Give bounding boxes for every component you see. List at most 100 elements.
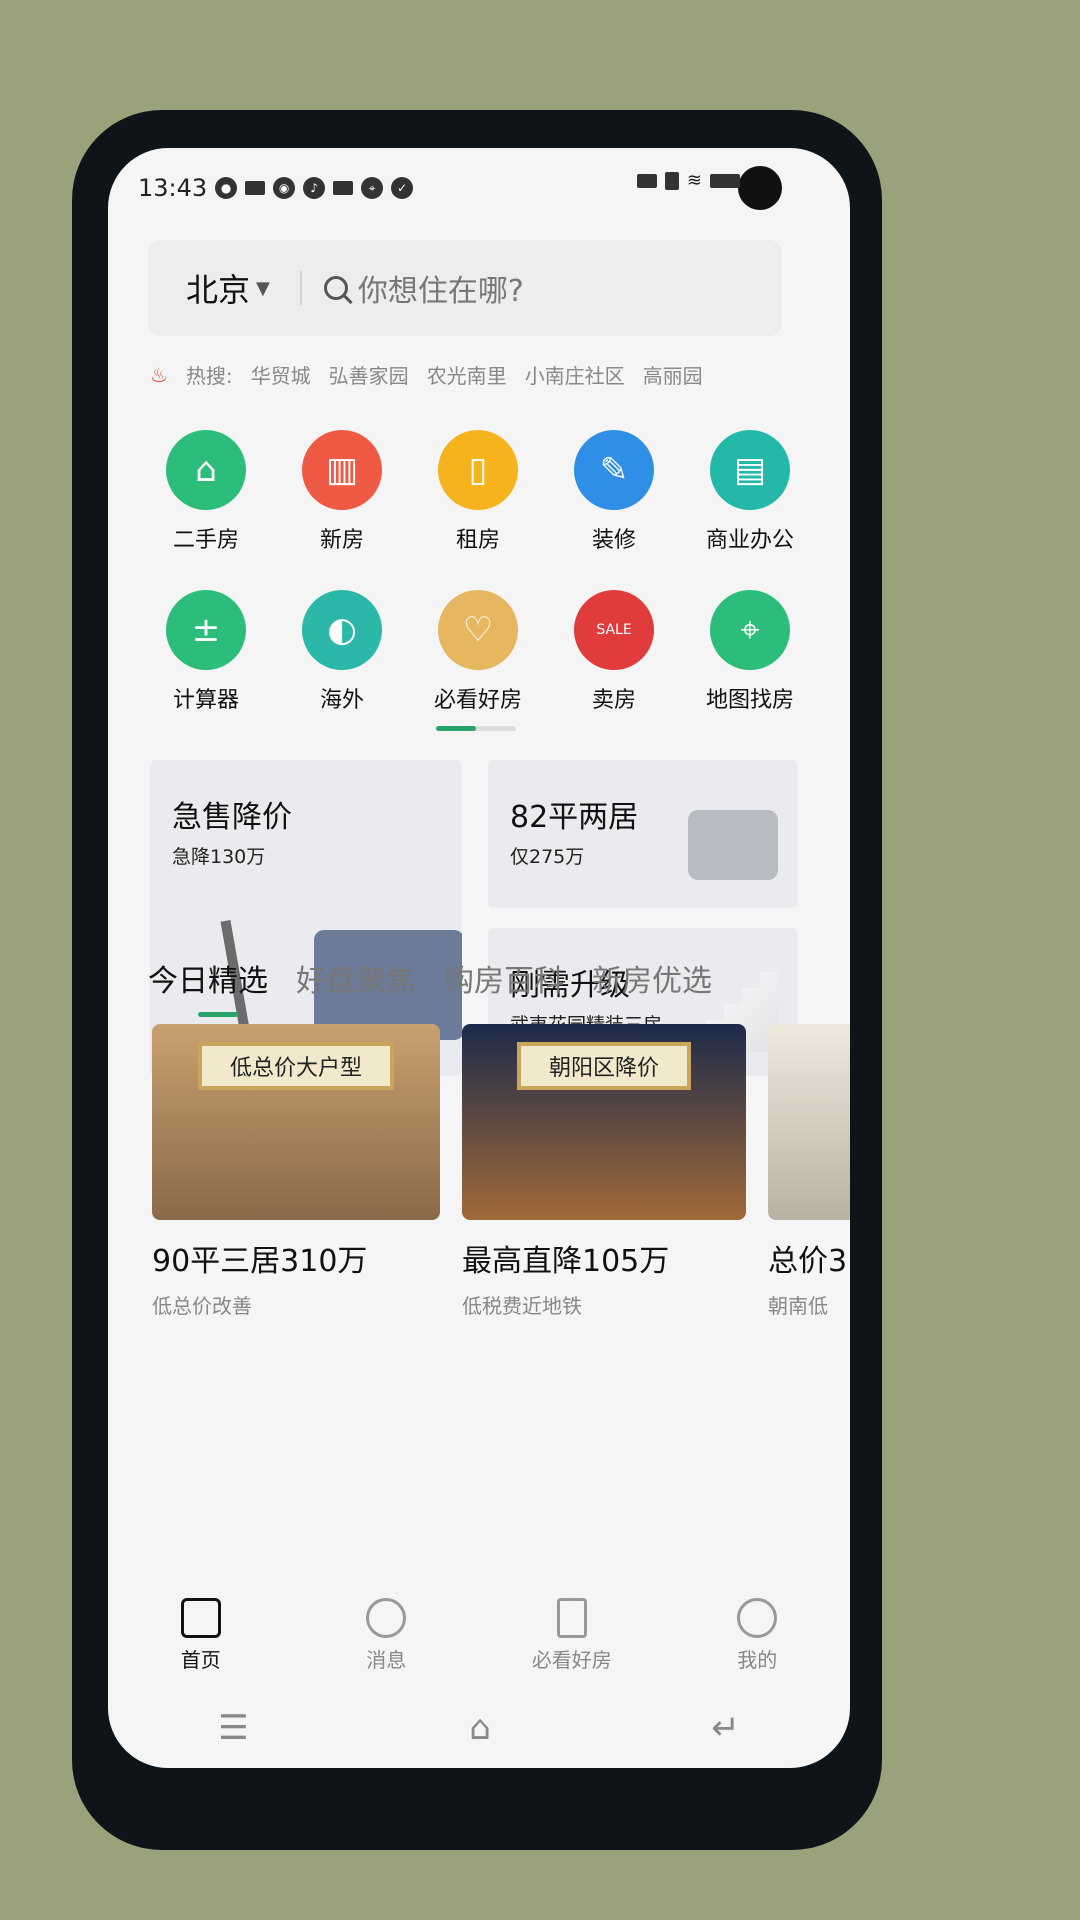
category-label: 必看好房 — [433, 688, 522, 713]
door-icon: ▯ — [438, 430, 518, 510]
category-new-homes[interactable]: ▥ 新房 — [274, 430, 410, 554]
hot-search-row: ♨ 热搜: 华贸城 弘善家园 农光南里 小南庄社区 高丽园 — [150, 360, 703, 389]
promo-title: 急售降价 — [172, 800, 292, 835]
nav-messages[interactable]: 消息 — [294, 1598, 480, 1698]
system-nav-bar: ☰ ⌂ ↵ — [108, 1708, 850, 1748]
map-pin-icon: ⌖ — [710, 590, 790, 670]
category-label: 新房 — [319, 528, 364, 553]
listing-subtitle: 朝南低 — [768, 1294, 828, 1318]
category-grid: ⌂ 二手房 ▥ 新房 ▯ 租房 ✎ 装修 ▤ 商业办公 ± 计算器 ◐ 海外 ♡ — [138, 430, 818, 714]
listing-title: 最高直降105万 — [462, 1244, 670, 1279]
vibrate-icon — [636, 173, 657, 188]
hot-search-item[interactable]: 高丽园 — [643, 360, 703, 389]
listing-subtitle: 低总价改善 — [152, 1294, 252, 1318]
category-label: 海外 — [319, 688, 364, 713]
category-must-see[interactable]: ♡ 必看好房 — [410, 590, 546, 714]
listing-banner: 朝阳区降价 — [516, 1042, 692, 1090]
category-label: 二手房 — [172, 528, 239, 553]
system-home-icon[interactable]: ⌂ — [469, 1708, 491, 1748]
app-screen: 13:43 ● ◉ ♪ ⌖ ✓ ≋ 北京 ▼ 你想住在哪? ♨ 热搜: 华贸城 … — [108, 148, 850, 1768]
face-icon — [737, 1598, 778, 1638]
wifi-icon: ≋ — [686, 170, 702, 191]
bottom-nav: 首页 消息 必看好房 我的 — [108, 1598, 850, 1698]
sale-tag-icon: SALE — [574, 590, 654, 670]
nav-label: 我的 — [737, 1648, 778, 1672]
promo-subtitle: 仅275万 — [510, 846, 585, 868]
listing-card[interactable]: 朝阳区降价 最高直降105万 低税费近地铁 — [462, 1024, 746, 1319]
listing-banner: 低总价大户型 — [197, 1042, 395, 1090]
tab-underline — [198, 1012, 238, 1017]
category-commercial[interactable]: ▤ 商业办公 — [682, 430, 818, 554]
listing-image: 低总价大户型 — [152, 1024, 440, 1220]
category-label: 租房 — [455, 528, 500, 553]
category-overseas[interactable]: ◐ 海外 — [274, 590, 410, 714]
wallet-icon — [333, 181, 354, 195]
listing-card[interactable]: 低总价大户型 90平三居310万 低总价改善 — [152, 1024, 440, 1319]
hot-search-item[interactable]: 小南庄社区 — [525, 360, 625, 389]
hot-search-item[interactable]: 弘善家园 — [329, 360, 409, 389]
feed-tabs: 今日精选 好盘聚焦 购房百科 新房优选 — [148, 956, 712, 1000]
category-decoration[interactable]: ✎ 装修 — [546, 430, 682, 554]
nav-home[interactable]: 首页 — [108, 1598, 294, 1698]
search-icon — [323, 276, 348, 300]
category-calculator[interactable]: ± 计算器 — [138, 590, 274, 714]
promo-title: 82平两居 — [510, 800, 639, 835]
category-label: 计算器 — [172, 688, 239, 713]
nav-must-see[interactable]: 必看好房 — [479, 1598, 665, 1698]
promo-card-two-bedroom[interactable]: 82平两居 仅275万 — [488, 760, 798, 908]
listing-image: 朝阳区降价 — [462, 1024, 746, 1220]
listing-title: 90平三居310万 — [152, 1244, 368, 1279]
listing-title: 总价3 — [768, 1244, 848, 1279]
listing-subtitle: 低税费近地铁 — [462, 1294, 582, 1318]
status-time: 13:43 — [138, 174, 208, 202]
shop-icon: ▤ — [710, 430, 790, 510]
divider — [299, 271, 302, 305]
hot-search-item[interactable]: 农光南里 — [427, 360, 507, 389]
home-icon — [180, 1598, 221, 1638]
notification-icon: ● — [215, 177, 238, 199]
category-label: 装修 — [591, 528, 636, 553]
armchair-image — [688, 810, 778, 880]
building-icon: ▥ — [302, 430, 382, 510]
status-bar: 13:43 ● ◉ ♪ ⌖ ✓ ≋ — [138, 170, 820, 206]
promo-subtitle: 急降130万 — [172, 846, 266, 868]
hot-search-label: 热搜: — [185, 364, 233, 388]
nav-profile[interactable]: 我的 — [665, 1598, 851, 1698]
battery-icon — [710, 173, 740, 188]
search-bar: 北京 ▼ 你想住在哪? — [148, 240, 782, 336]
tiktok-icon: ♪ — [303, 177, 326, 199]
city-selector[interactable]: 北京 ▼ — [186, 265, 270, 311]
page-indicator — [436, 726, 516, 731]
nav-label: 首页 — [180, 1648, 221, 1672]
house-heart-icon: ♡ — [438, 590, 518, 670]
location-icon: ⌖ — [361, 177, 384, 199]
weibo-icon: ◉ — [273, 177, 296, 199]
fire-icon: ♨ — [150, 362, 168, 387]
category-rent[interactable]: ▯ 租房 — [410, 430, 546, 554]
search-input[interactable]: 你想住在哪? — [323, 266, 524, 310]
building-icon — [556, 1598, 587, 1638]
app-notification-icon — [245, 181, 266, 195]
hot-search-item[interactable]: 华贸城 — [251, 360, 311, 389]
tab-new-homes[interactable]: 新房优选 — [592, 956, 712, 1000]
city-label: 北京 — [186, 271, 251, 309]
listing-card[interactable]: 总价3 朝南低 — [768, 1024, 850, 1319]
caret-down-icon: ▼ — [256, 277, 270, 299]
category-label: 地图找房 — [705, 688, 794, 713]
menu-icon[interactable]: ☰ — [218, 1708, 248, 1748]
search-placeholder: 你想住在哪? — [357, 274, 524, 309]
compass-icon: ✓ — [391, 177, 414, 199]
category-label: 卖房 — [591, 688, 636, 713]
tab-featured[interactable]: 好盘聚焦 — [296, 956, 416, 1000]
listing-image — [768, 1024, 850, 1220]
category-secondhand[interactable]: ⌂ 二手房 — [138, 430, 274, 554]
tab-today[interactable]: 今日精选 — [148, 956, 268, 1000]
tab-wiki[interactable]: 购房百科 — [444, 956, 564, 1000]
category-sell[interactable]: SALE 卖房 — [546, 590, 682, 714]
category-map-search[interactable]: ⌖ 地图找房 — [682, 590, 818, 714]
chat-icon — [366, 1598, 407, 1638]
calculator-icon: ± — [166, 590, 246, 670]
nav-label: 消息 — [366, 1648, 407, 1672]
back-icon[interactable]: ↵ — [711, 1708, 740, 1748]
home-icon: ⌂ — [166, 430, 246, 510]
